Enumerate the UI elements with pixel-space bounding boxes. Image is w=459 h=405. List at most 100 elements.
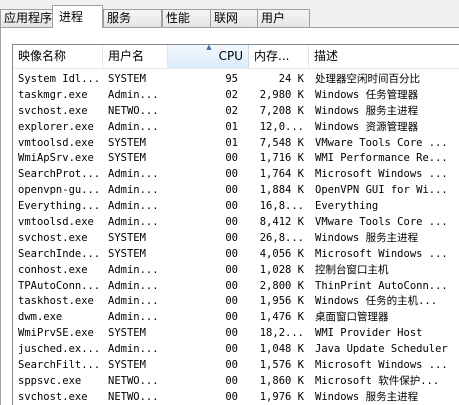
- table-row[interactable]: svchost.exe NETWO... 02 7,208 K Windows 服务主进…: [13, 103, 459, 119]
- process-image-name: explorer.exe: [18, 120, 94, 133]
- process-description: Windows 服务主进程: [315, 390, 419, 403]
- column-header-user-name[interactable]: 用户名: [103, 45, 168, 68]
- process-cpu: 00: [225, 263, 238, 276]
- process-cpu: 00: [225, 231, 238, 244]
- process-memory: 12,0...: [259, 120, 304, 133]
- column-header: 映像名称 用户名 CPU 内存... 描述 ▲: [13, 45, 459, 69]
- process-cpu: 95: [225, 73, 238, 85]
- table-row[interactable]: sppsvc.exe NETWO... 00 1,860 K Microsoft 软件保…: [13, 373, 459, 389]
- table-row[interactable]: SearchInde... SYSTEM 00 4,056 K Microsoft Wi…: [13, 246, 459, 262]
- process-image-name: System Idl...: [18, 73, 101, 85]
- processes-panel: 映像名称 用户名 CPU 内存... 描述 ▲ System Idl... SYS…: [0, 28, 459, 405]
- process-cpu: 00: [225, 327, 238, 340]
- process-description: Microsoft 软件保护...: [315, 374, 440, 387]
- process-user-name: Admin...: [108, 263, 159, 276]
- process-description: Microsoft Windows ...: [315, 168, 448, 181]
- table-row[interactable]: taskhost.exe Admin... 00 1,956 K Windows 任务的…: [13, 293, 459, 309]
- process-user-name: Admin...: [108, 200, 159, 213]
- table-row[interactable]: vmtoolsd.exe Admin... 00 8,412 K VMware Tool…: [13, 214, 459, 230]
- table-row[interactable]: openvpn-gu... Admin... 00 1,884 K OpenVPN GU…: [13, 182, 459, 198]
- process-user-name: Admin...: [108, 184, 159, 197]
- process-image-name: Everything...: [18, 200, 101, 213]
- process-user-name: SYSTEM: [108, 359, 146, 372]
- process-cpu: 00: [225, 295, 238, 308]
- process-description: Java Update Scheduler: [315, 343, 448, 356]
- process-user-name: Admin...: [108, 311, 159, 324]
- process-user-name: SYSTEM: [108, 73, 146, 85]
- tab-strip: 应用程序 进程 服务 性能 联网 用户: [0, 0, 459, 28]
- process-image-name: SearchFilt...: [18, 359, 101, 372]
- table-row[interactable]: SearchFilt... SYSTEM 00 1,576 K Microsoft Wi…: [13, 357, 459, 373]
- process-description: Microsoft Windows ...: [315, 359, 448, 372]
- table-row[interactable]: svchost.exe SYSTEM 00 26,8... Windows 服务主进程: [13, 230, 459, 246]
- tab-services[interactable]: 服务: [103, 9, 162, 27]
- tab-users[interactable]: 用户: [257, 9, 310, 27]
- process-description: OpenVPN GUI for Wi...: [315, 184, 448, 197]
- process-memory: 1,860 K: [259, 374, 304, 387]
- process-description: VMware Tools Core ...: [315, 136, 448, 149]
- table-row[interactable]: explorer.exe Admin... 01 12,0... Windows 资源管…: [13, 119, 459, 135]
- process-description: Windows 资源管理器: [315, 120, 419, 133]
- process-image-name: svchost.exe: [18, 390, 88, 403]
- table-row[interactable]: svchost.exe NETWO... 00 1,976 K Windows 服务主进…: [13, 389, 459, 405]
- process-cpu: 01: [225, 120, 238, 133]
- process-user-name: Admin...: [108, 343, 159, 356]
- process-list[interactable]: 映像名称 用户名 CPU 内存... 描述 ▲ System Idl... SYS…: [12, 44, 459, 405]
- process-user-name: SYSTEM: [108, 327, 146, 340]
- process-cpu: 00: [225, 200, 238, 213]
- process-memory: 24 K: [278, 73, 304, 85]
- table-row[interactable]: dwm.exe Admin... 00 1,476 K 桌面窗口管理器: [13, 309, 459, 325]
- tab-applications[interactable]: 应用程序: [0, 9, 53, 27]
- table-row[interactable]: WmiPrvSE.exe SYSTEM 00 18,2... WMI Provider …: [13, 325, 459, 341]
- process-user-name: Admin...: [108, 88, 159, 101]
- process-image-name: openvpn-gu...: [18, 184, 101, 197]
- process-description: Windows 服务主进程: [315, 231, 419, 244]
- table-row[interactable]: TPAutoConn... Admin... 00 2,800 K ThinPrint …: [13, 278, 459, 294]
- process-image-name: WmiPrvSE.exe: [18, 327, 94, 340]
- process-memory: 1,956 K: [259, 295, 304, 308]
- process-image-name: SearchInde...: [18, 247, 101, 260]
- table-row[interactable]: SearchProt... Admin... 00 1,764 K Microsoft …: [13, 166, 459, 182]
- column-header-description[interactable]: 描述: [309, 45, 459, 68]
- tab-processes[interactable]: 进程: [52, 5, 103, 28]
- table-row[interactable]: vmtoolsd.exe SYSTEM 01 7,548 K VMware Tools …: [13, 135, 459, 151]
- process-image-name: taskmgr.exe: [18, 88, 88, 101]
- process-description: 处理器空闲时间百分比: [315, 73, 420, 85]
- tab-networking[interactable]: 联网: [210, 9, 258, 27]
- process-cpu: 00: [225, 247, 238, 260]
- process-user-name: SYSTEM: [108, 231, 146, 244]
- process-memory: 26,8...: [259, 231, 304, 244]
- process-cpu: 00: [225, 216, 238, 229]
- process-description: Everything: [315, 200, 379, 213]
- process-image-name: jusched.ex...: [18, 343, 101, 356]
- column-header-memory[interactable]: 内存...: [249, 45, 309, 68]
- process-cpu: 00: [225, 168, 238, 181]
- process-memory: 1,884 K: [259, 184, 304, 197]
- process-image-name: WmiApSrv.exe: [18, 152, 94, 165]
- table-row[interactable]: jusched.ex... Admin... 00 1,048 K Java Updat…: [13, 341, 459, 357]
- process-cpu: 02: [225, 104, 238, 117]
- process-memory: 18,2...: [259, 327, 304, 340]
- table-row[interactable]: System Idl... SYSTEM 95 24 K 处理器空闲时间百分比: [13, 71, 459, 87]
- process-cpu: 00: [225, 390, 238, 403]
- table-row[interactable]: Everything... Admin... 00 16,8... Everything: [13, 198, 459, 214]
- process-description: Windows 任务管理器: [315, 88, 419, 101]
- table-row[interactable]: WmiApSrv.exe SYSTEM 00 1,716 K WMI Performan…: [13, 150, 459, 166]
- process-memory: 2,980 K: [259, 88, 304, 101]
- process-image-name: vmtoolsd.exe: [18, 216, 94, 229]
- process-description: Windows 服务主进程: [315, 104, 419, 117]
- table-row[interactable]: taskmgr.exe Admin... 02 2,980 K Windows 任务管理…: [13, 87, 459, 103]
- process-image-name: svchost.exe: [18, 104, 88, 117]
- process-description: 桌面窗口管理器: [315, 311, 389, 324]
- column-header-image-name[interactable]: 映像名称: [13, 45, 103, 68]
- process-cpu: 00: [225, 311, 238, 324]
- process-description: Windows 任务的主机...: [315, 295, 438, 308]
- process-memory: 1,764 K: [259, 168, 304, 181]
- process-cpu: 00: [225, 152, 238, 165]
- tab-performance[interactable]: 性能: [162, 9, 211, 27]
- process-image-name: sppsvc.exe: [18, 374, 82, 387]
- table-row[interactable]: conhost.exe Admin... 00 1,028 K 控制台窗口主机: [13, 262, 459, 278]
- process-user-name: SYSTEM: [108, 136, 146, 149]
- process-memory: 7,208 K: [259, 104, 304, 117]
- process-memory: 1,716 K: [259, 152, 304, 165]
